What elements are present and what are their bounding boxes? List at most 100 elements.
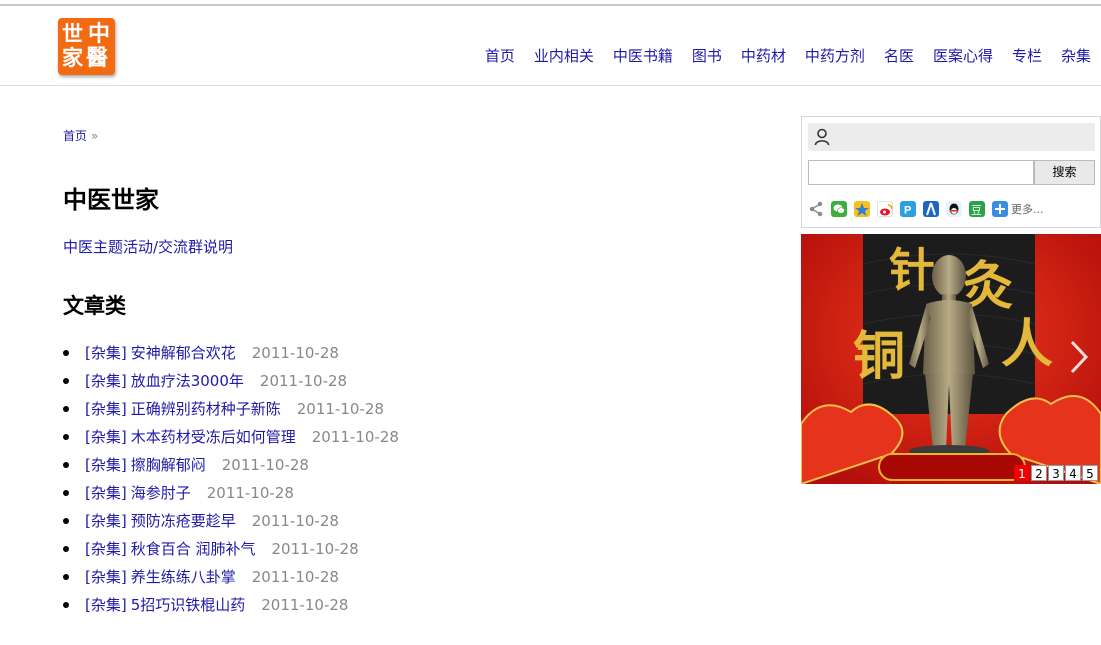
article-date: 2011-10-28 [261, 596, 349, 614]
article-title[interactable]: 擦胸解郁闷 [131, 455, 206, 475]
list-item: [杂集] 正确辨别药材种子新陈 2011-10-28 [63, 395, 399, 423]
svg-text:P: P [904, 205, 911, 217]
list-item: [杂集] 秋食百合 润肺补气 2011-10-28 [63, 535, 399, 563]
bullet [63, 378, 69, 384]
nav-item-famous-doctors[interactable]: 名医 [884, 46, 914, 66]
article-title[interactable]: 养生练练八卦掌 [131, 567, 236, 587]
article-tag[interactable]: [杂集] [85, 567, 127, 587]
bullet [63, 490, 69, 496]
search-button[interactable]: 搜索 [1034, 160, 1095, 185]
pager-dot[interactable]: 2 [1031, 465, 1047, 481]
list-item: [杂集] 擦胸解郁闷 2011-10-28 [63, 451, 399, 479]
next-arrow-icon[interactable] [1067, 339, 1091, 375]
calligraphy-char: 针 [889, 243, 935, 297]
article-date: 2011-10-28 [206, 484, 294, 502]
article-title[interactable]: 木本药材受冻后如何管理 [131, 427, 296, 447]
banner-image: 针 灸 铜 人 [801, 234, 1101, 484]
article-tag[interactable]: [杂集] [85, 343, 127, 363]
weibo-icon[interactable] [877, 201, 893, 217]
pager-dot[interactable]: 1 [1014, 465, 1030, 481]
wechat-icon[interactable] [831, 201, 847, 217]
logo-char: 中 [88, 21, 111, 47]
more-plus-icon[interactable] [992, 201, 1008, 217]
article-tag[interactable]: [杂集] [85, 427, 127, 447]
article-title[interactable]: 预防冻疮要趁早 [131, 511, 236, 531]
list-item: [杂集] 安神解郁合欢花 2011-10-28 [63, 339, 399, 367]
list-item: [杂集] 5招巧识铁棍山药 2011-10-28 [63, 591, 399, 619]
article-tag[interactable]: [杂集] [85, 455, 127, 475]
bullet [63, 518, 69, 524]
banner-pager: 1 2 3 4 5 [1014, 465, 1098, 481]
bullet [63, 602, 69, 608]
search-input[interactable] [808, 160, 1034, 185]
pengyou-icon[interactable]: P [900, 201, 916, 217]
logo-char: 世 [62, 21, 83, 46]
article-tag[interactable]: [杂集] [85, 371, 127, 391]
main-nav: 首页 业内相关 中医书籍 图书 中药材 中药方剂 名医 医案心得 专栏 杂集 [466, 46, 1091, 66]
article-date: 2011-10-28 [251, 344, 339, 362]
article-date: 2011-10-28 [221, 456, 309, 474]
breadcrumb-home[interactable]: 首页 [63, 129, 87, 143]
list-item: [杂集] 木本药材受冻后如何管理 2011-10-28 [63, 423, 399, 451]
bullet [63, 546, 69, 552]
list-item: [杂集] 放血疗法3000年 2011-10-28 [63, 367, 399, 395]
bullet [63, 462, 69, 468]
site-logo[interactable]: 中 世 家 醫 [58, 18, 115, 75]
page-title: 中医世家 [63, 186, 159, 214]
calligraphy-char: 铜 [853, 326, 905, 387]
article-title[interactable]: 正确辨别药材种子新陈 [131, 399, 281, 419]
sidebar-widget: 搜索 P 豆 更多... [801, 116, 1101, 228]
svg-text:豆: 豆 [971, 204, 982, 217]
article-title[interactable]: 安神解郁合欢花 [131, 343, 236, 363]
share-bar: P 豆 更多... [808, 200, 1044, 218]
article-date: 2011-10-28 [296, 400, 384, 418]
breadcrumb-separator: » [91, 129, 99, 143]
article-title[interactable]: 5招巧识铁棍山药 [131, 595, 246, 615]
douban-icon[interactable]: 豆 [969, 201, 985, 217]
article-date: 2011-10-28 [271, 540, 359, 558]
share-icon[interactable] [808, 201, 824, 217]
user-icon [814, 128, 830, 146]
nav-item-prescriptions[interactable]: 中药方剂 [805, 46, 865, 66]
article-title[interactable]: 放血疗法3000年 [131, 371, 244, 391]
bullet [63, 406, 69, 412]
logo-char: 家 [62, 45, 83, 70]
nav-item-industry[interactable]: 业内相关 [534, 46, 594, 66]
share-more-link[interactable]: 更多... [1011, 201, 1044, 217]
renren-icon[interactable] [923, 201, 939, 217]
nav-item-tcm-books[interactable]: 中医书籍 [613, 46, 673, 66]
nav-item-home[interactable]: 首页 [485, 46, 515, 66]
bullet [63, 350, 69, 356]
breadcrumb: 首页 » [63, 127, 98, 144]
list-item: [杂集] 预防冻疮要趁早 2011-10-28 [63, 507, 399, 535]
qzone-icon[interactable] [854, 201, 870, 217]
article-tag[interactable]: [杂集] [85, 511, 127, 531]
article-tag[interactable]: [杂集] [85, 539, 127, 559]
article-date: 2011-10-28 [251, 568, 339, 586]
nav-item-books[interactable]: 图书 [692, 46, 722, 66]
user-bar[interactable] [808, 123, 1095, 151]
article-title[interactable]: 秋食百合 润肺补气 [131, 539, 256, 559]
nav-item-columns[interactable]: 专栏 [1012, 46, 1042, 66]
pager-dot[interactable]: 3 [1048, 465, 1064, 481]
calligraphy-char: 人 [1001, 314, 1053, 375]
section-title: 文章类 [63, 294, 126, 318]
nav-item-case-notes[interactable]: 医案心得 [933, 46, 993, 66]
qq-icon[interactable] [946, 201, 962, 217]
article-tag[interactable]: [杂集] [85, 483, 127, 503]
pager-dot[interactable]: 5 [1082, 465, 1098, 481]
article-date: 2011-10-28 [311, 428, 399, 446]
list-item: [杂集] 海参肘子 2011-10-28 [63, 479, 399, 507]
pager-dot[interactable]: 4 [1065, 465, 1081, 481]
article-tag[interactable]: [杂集] [85, 595, 127, 615]
article-title[interactable]: 海参肘子 [131, 483, 191, 503]
site-header: 中 世 家 醫 首页 业内相关 中医书籍 图书 中药材 中药方剂 名医 医案心得… [0, 6, 1101, 86]
article-date: 2011-10-28 [251, 512, 339, 530]
article-tag[interactable]: [杂集] [85, 399, 127, 419]
nav-item-herbs[interactable]: 中药材 [741, 46, 786, 66]
nav-item-miscellany[interactable]: 杂集 [1061, 46, 1091, 66]
article-list: [杂集] 安神解郁合欢花 2011-10-28 [杂集] 放血疗法3000年 2011-… [63, 339, 399, 619]
group-activity-link[interactable]: 中医主题活动/交流群说明 [63, 236, 233, 257]
promo-banner[interactable]: 针 灸 铜 人 1 2 3 4 5 [801, 234, 1101, 484]
bullet [63, 574, 69, 580]
